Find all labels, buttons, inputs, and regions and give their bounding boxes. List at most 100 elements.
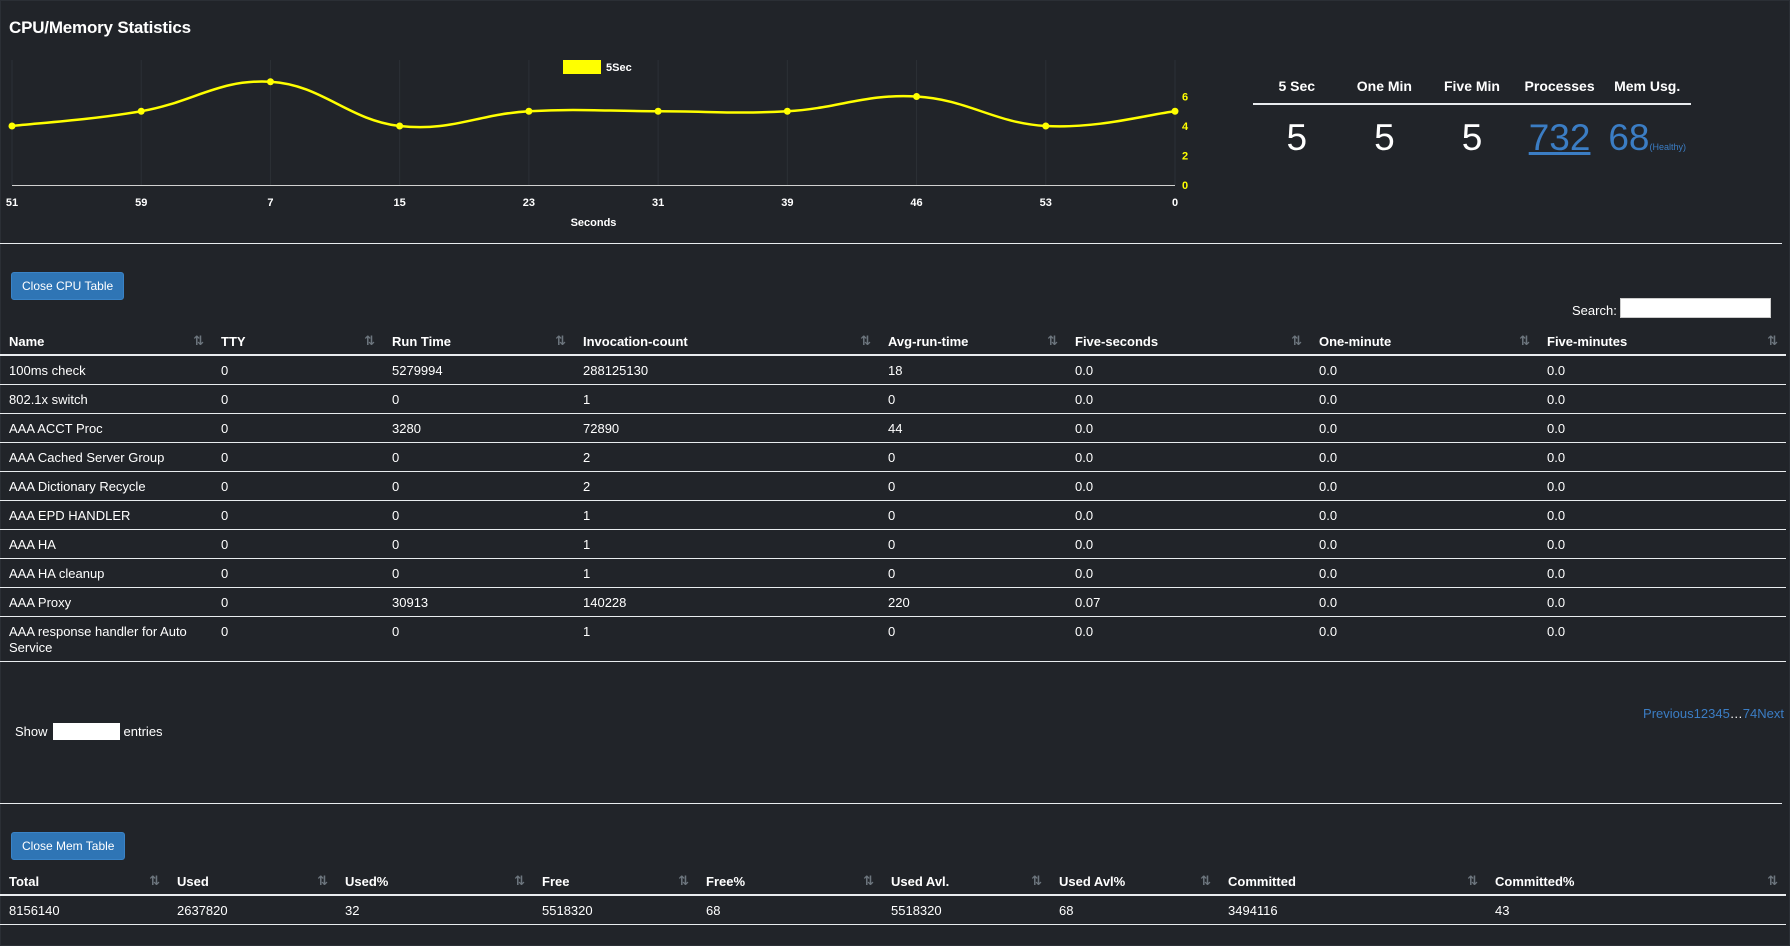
table-cell: AAA Dictionary Recycle — [0, 471, 212, 501]
table-cell: 0 — [383, 471, 574, 501]
cpu-line-chart: 024651 59 7 15 23 31 39 46 53 0Seconds5Sec — [6, 60, 1189, 229]
pagination-page-1[interactable]: 1 — [1694, 706, 1701, 721]
cpu-col-run-time[interactable]: Run Time ⇅ — [383, 328, 574, 356]
mem-col-committed[interactable]: Committed% ⇅ — [1486, 868, 1786, 896]
data-point — [396, 122, 404, 130]
sort-icon[interactable]: ⇅ — [149, 873, 160, 889]
sort-icon[interactable]: ⇅ — [1200, 873, 1211, 889]
sort-icon[interactable]: ⇅ — [860, 333, 871, 349]
sort-icon[interactable]: ⇅ — [1467, 873, 1478, 889]
table-cell: 2637820 — [168, 895, 336, 925]
mem-col-total[interactable]: Total ⇅ — [0, 868, 168, 896]
cpu-col-tty[interactable]: TTY ⇅ — [212, 328, 383, 356]
y-tick-label: 2 — [1182, 151, 1188, 163]
table-cell: 0.0 — [1066, 442, 1310, 472]
sort-icon[interactable]: ⇅ — [1031, 873, 1042, 889]
cpu-table: Name ⇅ TTY ⇅ Run Time ⇅ Invocation-count ⇅ Avg-r… — [0, 328, 1786, 662]
mem-col-used-avl[interactable]: Used Avl% ⇅ — [1050, 868, 1219, 896]
show-label: Show — [15, 724, 48, 739]
table-cell: 0.0 — [1066, 529, 1310, 559]
table-cell: 5518320 — [882, 895, 1050, 925]
sort-icon[interactable]: ⇅ — [193, 333, 204, 349]
table-cell: 0.0 — [1310, 616, 1538, 662]
search-input[interactable] — [1620, 298, 1771, 318]
table-cell: 0 — [879, 384, 1066, 414]
x-tick-label: 15 — [394, 197, 406, 209]
column-label: Used Avl. — [891, 873, 950, 889]
mem-col-free[interactable]: Free% ⇅ — [697, 868, 882, 896]
table-cell: 0 — [383, 384, 574, 414]
mem-col-used-avl[interactable]: Used Avl. ⇅ — [882, 868, 1050, 896]
pagination-page-4[interactable]: 4 — [1715, 706, 1722, 721]
data-point — [783, 107, 791, 115]
table-row: AAA HA cleanup 0 0 1 0 0.0 0.0 0.0 — [0, 558, 1786, 588]
table-cell: 0 — [383, 442, 574, 472]
sort-icon[interactable]: ⇅ — [317, 873, 328, 889]
mem-table-body: 8156140 2637820 32 5518320 68 5518320 68 349411… — [0, 895, 1786, 925]
sort-icon[interactable]: ⇅ — [555, 333, 566, 349]
mem-col-used[interactable]: Used% ⇅ — [336, 868, 533, 896]
table-cell: 0.0 — [1310, 384, 1538, 414]
show-entries: Show entries — [15, 723, 163, 740]
mem-usage-number: 68 — [1608, 117, 1650, 158]
close-cpu-table-button[interactable]: Close CPU Table — [11, 272, 125, 300]
sort-icon[interactable]: ⇅ — [364, 333, 375, 349]
sort-icon[interactable]: ⇅ — [1519, 333, 1530, 349]
cpu-col-one-minute[interactable]: One-minute ⇅ — [1310, 328, 1538, 356]
table-cell: 43 — [1486, 895, 1786, 925]
table-cell: 0.0 — [1538, 529, 1786, 559]
sort-icon[interactable]: ⇅ — [514, 873, 525, 889]
sort-icon[interactable]: ⇅ — [1047, 333, 1058, 349]
x-tick-label: 51 — [6, 197, 18, 209]
y-tick-label: 6 — [1182, 92, 1188, 104]
table-cell: 100ms check — [0, 355, 212, 385]
table-cell: 0 — [212, 384, 383, 414]
sort-icon[interactable]: ⇅ — [1291, 333, 1302, 349]
pagination-page-last[interactable]: 74 — [1743, 706, 1757, 721]
stats-header-five-min: Five Min — [1443, 78, 1500, 94]
data-point — [8, 122, 16, 130]
mem-status-label: (Healthy) — [1649, 142, 1686, 152]
column-label: Five-minutes — [1547, 333, 1628, 349]
table-cell: 44 — [879, 413, 1066, 443]
cpu-col-avg-run-time[interactable]: Avg-run-time ⇅ — [879, 328, 1066, 356]
table-cell: 0.0 — [1066, 384, 1310, 414]
table-cell: 0 — [212, 558, 383, 588]
x-tick-label: 7 — [267, 197, 273, 209]
x-tick-label: 46 — [910, 197, 922, 209]
cpu-col-five-seconds[interactable]: Five-seconds ⇅ — [1066, 328, 1310, 356]
pagination-previous[interactable]: Previous — [1643, 706, 1694, 721]
pagination-page-5[interactable]: 5 — [1723, 706, 1730, 721]
column-label: Free% — [706, 873, 746, 889]
mem-col-committed[interactable]: Committed ⇅ — [1219, 868, 1486, 896]
legend-label: 5Sec — [606, 62, 632, 74]
column-label: One-minute — [1319, 333, 1392, 349]
sort-icon[interactable]: ⇅ — [863, 873, 874, 889]
close-mem-table-button[interactable]: Close Mem Table — [11, 832, 126, 860]
cpu-col-name[interactable]: Name ⇅ — [0, 328, 212, 356]
sort-icon[interactable]: ⇅ — [678, 873, 689, 889]
column-label: Committed — [1228, 873, 1296, 889]
data-point — [266, 78, 274, 86]
data-point — [654, 107, 662, 115]
page-title: CPU/Memory Statistics — [9, 18, 191, 37]
table-cell: AAA Proxy — [0, 587, 212, 617]
table-row: AAA Dictionary Recycle 0 0 2 0 0.0 0.0 0.0 — [0, 471, 1786, 501]
pagination-ellipsis: … — [1729, 706, 1743, 721]
mem-col-used[interactable]: Used ⇅ — [168, 868, 336, 896]
table-cell: 3280 — [383, 413, 574, 443]
table-cell: 0 — [212, 355, 383, 385]
pagination-page-2[interactable]: 2 — [1701, 706, 1708, 721]
sort-icon[interactable]: ⇅ — [1767, 873, 1778, 889]
sort-icon[interactable]: ⇅ — [1767, 333, 1778, 349]
table-cell: 0 — [212, 471, 383, 501]
processes-link[interactable]: 732 — [1516, 117, 1604, 159]
column-label: Run Time — [392, 333, 451, 349]
entries-select[interactable] — [52, 723, 120, 740]
table-cell: 0.0 — [1066, 500, 1310, 530]
table-cell: 2 — [574, 442, 879, 472]
cpu-col-five-minutes[interactable]: Five-minutes ⇅ — [1538, 328, 1786, 356]
cpu-col-invocation-count[interactable]: Invocation-count ⇅ — [574, 328, 879, 356]
pagination-next[interactable]: Next — [1757, 706, 1784, 721]
mem-col-free[interactable]: Free ⇅ — [533, 868, 697, 896]
